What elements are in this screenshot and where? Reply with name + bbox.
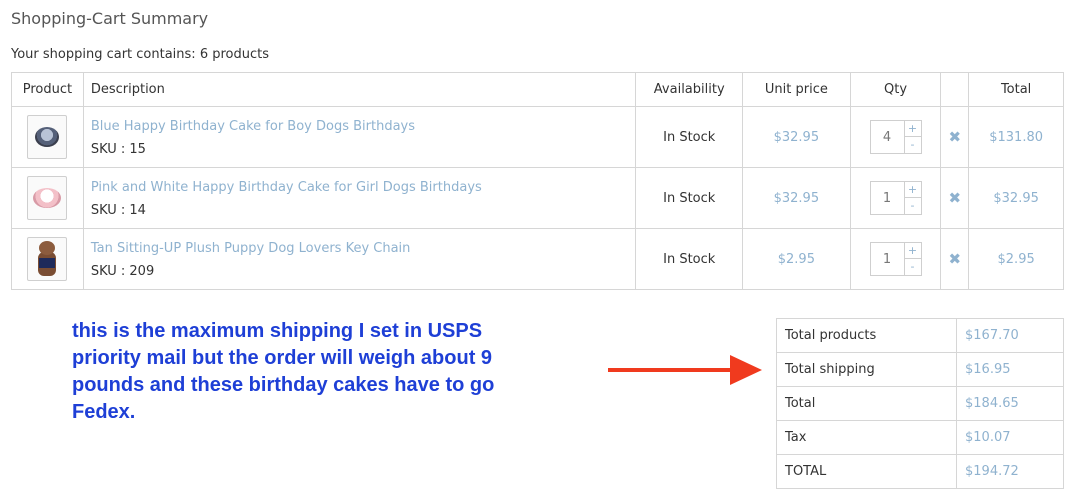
qty-decrement-button[interactable]: - xyxy=(903,259,922,276)
table-row: Pink and White Happy Birthday Cake for G… xyxy=(11,167,1064,229)
header-unit-price: Unit price xyxy=(742,72,851,107)
totals-value: $10.07 xyxy=(956,420,1064,455)
product-link[interactable]: Blue Happy Birthday Cake for Boy Dogs Bi… xyxy=(91,119,636,134)
cart-table: Product Description Availability Unit pr… xyxy=(11,72,1064,290)
qty-decrement-button[interactable]: - xyxy=(903,137,922,154)
row-total: $131.80 xyxy=(968,106,1064,168)
totals-row: Total products $167.70 xyxy=(776,318,1064,353)
totals-value: $194.72 xyxy=(956,454,1064,489)
header-description: Description xyxy=(82,72,637,107)
table-row: Blue Happy Birthday Cake for Boy Dogs Bi… xyxy=(11,106,1064,168)
delete-icon[interactable]: ✖ xyxy=(949,128,962,146)
unit-price: $32.95 xyxy=(742,106,851,168)
description-cell: Blue Happy Birthday Cake for Boy Dogs Bi… xyxy=(82,106,637,168)
qty-input[interactable]: 1 xyxy=(869,181,904,215)
product-link[interactable]: Tan Sitting-UP Plush Puppy Dog Lovers Ke… xyxy=(91,241,636,256)
description-cell: Tan Sitting-UP Plush Puppy Dog Lovers Ke… xyxy=(82,228,637,290)
product-thumbnail-cell xyxy=(11,106,84,168)
totals-label: Total shipping xyxy=(776,352,957,387)
row-total: $2.95 xyxy=(968,228,1064,290)
table-header-row: Product Description Availability Unit pr… xyxy=(11,72,1064,107)
header-delete xyxy=(940,72,970,107)
availability: In Stock xyxy=(635,228,744,290)
availability: In Stock xyxy=(635,106,744,168)
red-arrow-icon xyxy=(608,355,762,385)
totals-row: Tax $10.07 xyxy=(776,420,1064,455)
delete-cell: ✖ xyxy=(940,106,970,168)
totals-value: $184.65 xyxy=(956,386,1064,421)
product-link[interactable]: Pink and White Happy Birthday Cake for G… xyxy=(91,180,636,195)
product-thumbnail-cell xyxy=(11,228,84,290)
totals-row: TOTAL $194.72 xyxy=(776,454,1064,489)
page-title: Shopping-Cart Summary xyxy=(11,9,209,28)
totals-label: Total xyxy=(776,386,957,421)
cart-count-text: Your shopping cart contains: 6 products xyxy=(11,47,269,62)
qty-cell: 1 + - xyxy=(849,167,942,229)
qty-cell: 4 + - xyxy=(849,106,942,168)
totals-row: Total $184.65 xyxy=(776,386,1064,421)
header-product: Product xyxy=(11,72,84,107)
totals-table: Total products $167.70 Total shipping $1… xyxy=(776,318,1064,489)
qty-increment-button[interactable]: + xyxy=(903,120,922,137)
header-qty: Qty xyxy=(849,72,942,107)
availability: In Stock xyxy=(635,167,744,229)
totals-value: $167.70 xyxy=(956,318,1064,353)
qty-increment-button[interactable]: + xyxy=(903,242,922,259)
header-total: Total xyxy=(968,72,1064,107)
header-availability: Availability xyxy=(635,72,744,107)
product-thumbnail-cell xyxy=(11,167,84,229)
product-sku: SKU : 15 xyxy=(90,142,146,157)
delete-icon[interactable]: ✖ xyxy=(949,189,962,207)
pink-cake-thumbnail[interactable] xyxy=(27,176,68,220)
unit-price: $2.95 xyxy=(742,228,851,290)
product-sku: SKU : 14 xyxy=(90,203,146,218)
qty-input[interactable]: 1 xyxy=(869,242,904,276)
unit-price: $32.95 xyxy=(742,167,851,229)
totals-row: Total shipping $16.95 xyxy=(776,352,1064,387)
delete-icon[interactable]: ✖ xyxy=(949,250,962,268)
qty-cell: 1 + - xyxy=(849,228,942,290)
totals-value: $16.95 xyxy=(956,352,1064,387)
qty-increment-button[interactable]: + xyxy=(903,181,922,198)
delete-cell: ✖ xyxy=(940,167,970,229)
blue-cake-thumbnail[interactable] xyxy=(27,115,68,159)
qty-input[interactable]: 4 xyxy=(869,120,904,154)
totals-label: Total products xyxy=(776,318,957,353)
annotation-note: this is the maximum shipping I set in US… xyxy=(72,320,495,423)
description-cell: Pink and White Happy Birthday Cake for G… xyxy=(82,167,637,229)
product-sku: SKU : 209 xyxy=(90,264,155,279)
delete-cell: ✖ xyxy=(940,228,970,290)
totals-label: TOTAL xyxy=(776,454,957,489)
qty-decrement-button[interactable]: - xyxy=(903,198,922,215)
table-row: Tan Sitting-UP Plush Puppy Dog Lovers Ke… xyxy=(11,228,1064,290)
totals-label: Tax xyxy=(776,420,957,455)
row-total: $32.95 xyxy=(968,167,1064,229)
plush-puppy-thumbnail[interactable] xyxy=(27,237,68,281)
